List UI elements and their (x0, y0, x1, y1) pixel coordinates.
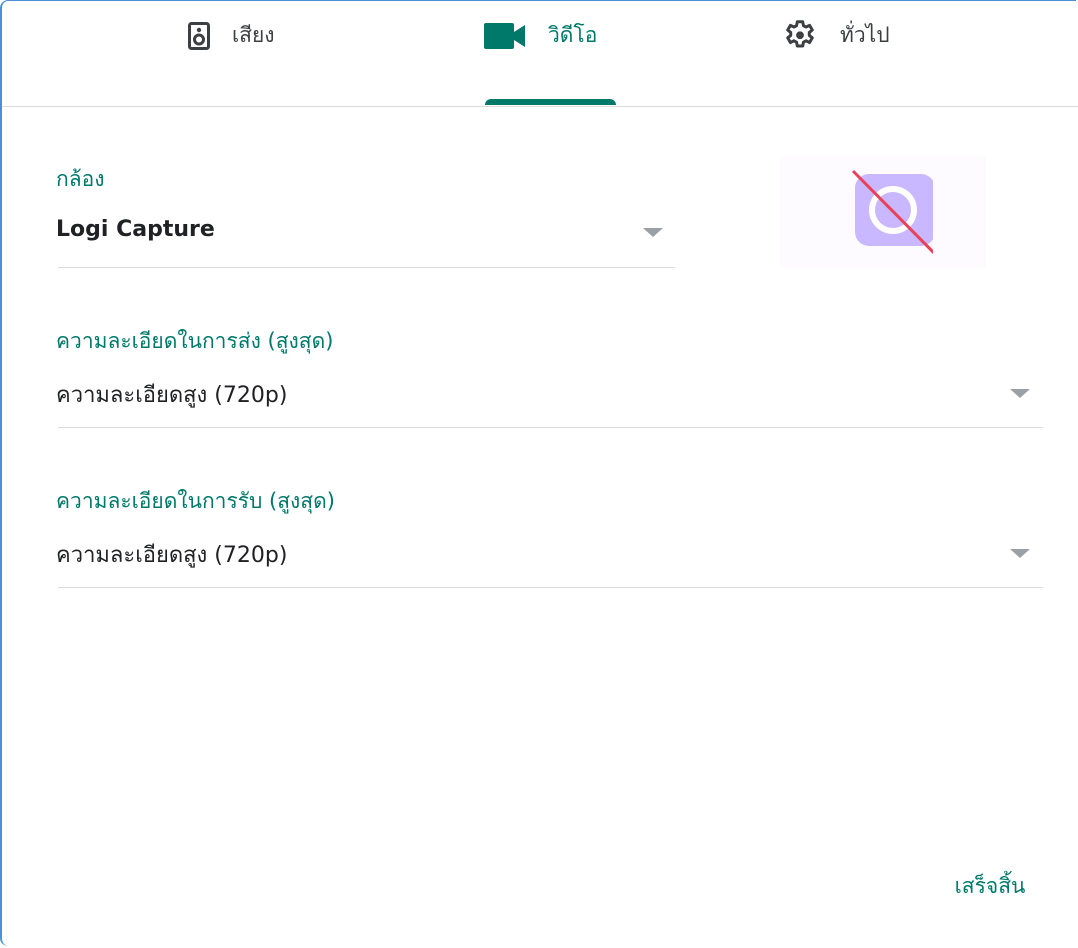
tab-audio-label: เสียง (232, 23, 275, 47)
tab-video-label: วิดีโอ (548, 23, 598, 47)
tab-video[interactable]: วิดีโอ (484, 1, 624, 106)
settings-dialog: เสียง วิดีโอ ทั่วไป กล้อง Logi Capture ค… (0, 0, 1078, 946)
active-tab-indicator (485, 99, 616, 105)
send-resolution-value: ความละเอียดสูง (720p) (56, 383, 288, 408)
send-resolution-label: ความละเอียดในการส่ง (สูงสุด) (56, 329, 334, 353)
send-resolution-select[interactable]: ความละเอียดในการส่ง (สูงสุด) ความละเอียด… (56, 313, 1043, 428)
dropdown-arrow-icon (1010, 549, 1030, 558)
speaker-icon (188, 21, 210, 50)
dropdown-arrow-icon (643, 228, 663, 237)
camera-off-icon (833, 160, 940, 264)
done-button[interactable]: เสร็จสิ้น (930, 861, 1050, 911)
camera-select[interactable]: กล้อง Logi Capture (56, 151, 675, 268)
receive-resolution-select[interactable]: ความละเอียดในการรับ (สูงสุด) ความละเอียด… (56, 473, 1043, 588)
receive-resolution-label: ความละเอียดในการรับ (สูงสุด) (56, 489, 335, 513)
videocam-icon (484, 22, 526, 49)
tab-bar: เสียง วิดีโอ ทั่วไป (2, 1, 1078, 107)
tab-general-label: ทั่วไป (840, 23, 890, 47)
tab-audio[interactable]: เสียง (188, 1, 338, 106)
dropdown-arrow-icon (1010, 389, 1030, 398)
receive-resolution-value: ความละเอียดสูง (720p) (56, 543, 288, 568)
tab-general[interactable]: ทั่วไป (782, 1, 942, 106)
camera-value: Logi Capture (56, 217, 215, 242)
gear-icon (782, 18, 818, 54)
camera-label: กล้อง (56, 167, 105, 191)
camera-preview (780, 156, 986, 268)
